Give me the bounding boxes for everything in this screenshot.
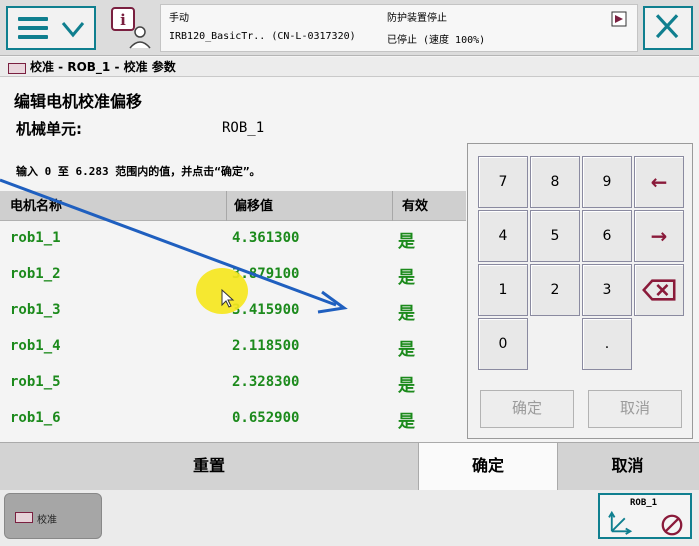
col-header-offset: 偏移值 xyxy=(234,199,274,214)
key-8[interactable]: 8 xyxy=(530,156,580,208)
chevron-down-icon xyxy=(61,22,85,38)
status-panel[interactable]: 手动 IRB120_BasicTr.. (CN-L-0317320) 防护装置停… xyxy=(160,4,638,52)
offset-value[interactable]: 2.328300 xyxy=(232,374,299,390)
mech-unit-value: ROB_1 xyxy=(222,120,265,136)
status-robot: IRB120_BasicTr.. (CN-L-0317320) xyxy=(169,31,356,42)
tool-icon xyxy=(661,514,683,536)
key-decimal[interactable]: . xyxy=(582,318,632,370)
key-4[interactable]: 4 xyxy=(478,210,528,262)
offset-value[interactable]: 0.652900 xyxy=(232,410,299,426)
mech-unit-label: 机械单元: xyxy=(16,120,82,138)
info-user-icon[interactable]: i xyxy=(108,6,154,50)
valid-flag: 是 xyxy=(398,340,415,360)
key-3[interactable]: 3 xyxy=(582,264,632,316)
motor-name: rob1_4 xyxy=(10,338,61,354)
valid-flag: 是 xyxy=(398,304,415,324)
valid-flag: 是 xyxy=(398,376,415,396)
breadcrumb-text: 校准 - ROB_1 - 校准 参数 xyxy=(30,60,176,74)
arrow-right-key[interactable]: → xyxy=(634,210,684,262)
table-row[interactable]: rob1_4 2.118500 是 xyxy=(0,330,466,366)
status-state: 已停止 (速度 100%) xyxy=(387,35,486,46)
close-button[interactable] xyxy=(643,6,693,50)
hamburger-icon xyxy=(18,17,48,39)
calibration-icon xyxy=(15,512,33,523)
valid-flag: 是 xyxy=(398,412,415,432)
robot-unit-label: ROB_1 xyxy=(630,498,658,508)
instruction-text: 输入 0 至 6.283 范围内的值，并点击“确定”。 xyxy=(16,165,261,178)
motor-name: rob1_1 xyxy=(10,230,61,246)
key-7[interactable]: 7 xyxy=(478,156,528,208)
cursor-highlight xyxy=(196,268,248,314)
table-row[interactable]: rob1_1 4.361300 是 xyxy=(0,222,466,258)
coordinate-axes-icon xyxy=(608,510,633,535)
cancel-button[interactable]: 取消 xyxy=(556,443,699,491)
breadcrumb: 校准 - ROB_1 - 校准 参数 xyxy=(0,57,699,77)
offset-value[interactable]: 2.118500 xyxy=(232,338,299,354)
taskbar: 校准 ROB_1 xyxy=(0,490,699,546)
status-mode: 手动 xyxy=(169,13,189,24)
close-icon xyxy=(655,14,679,39)
table-header: 电机名称 偏移值 有效 xyxy=(0,191,466,221)
numeric-keypad: 7 8 9 ← 4 5 6 → 1 2 3 0 . 确定 取消 xyxy=(467,143,693,439)
valid-flag: 是 xyxy=(398,268,415,288)
offset-value[interactable]: 4.361300 xyxy=(232,230,299,246)
arrow-right-icon: → xyxy=(650,224,668,248)
key-0[interactable]: 0 xyxy=(478,318,528,370)
motor-name: rob1_2 xyxy=(10,266,61,282)
svg-text:i: i xyxy=(120,11,126,29)
key-2[interactable]: 2 xyxy=(530,264,580,316)
action-bar: 重置 确定 取消 xyxy=(0,442,699,491)
keypad-cancel-button[interactable]: 取消 xyxy=(588,390,682,428)
ok-button[interactable]: 确定 xyxy=(418,443,558,491)
col-header-valid: 有效 xyxy=(402,199,429,214)
arrow-left-icon: ← xyxy=(650,170,668,194)
taskbar-item-label: 校准 xyxy=(37,515,57,526)
key-5[interactable]: 5 xyxy=(530,210,580,262)
key-9[interactable]: 9 xyxy=(582,156,632,208)
backspace-key[interactable] xyxy=(634,264,684,316)
keypad-confirm-button[interactable]: 确定 xyxy=(480,390,574,428)
table-row[interactable]: rob1_5 2.328300 是 xyxy=(0,366,466,402)
event-log-icon xyxy=(611,11,627,27)
taskbar-item-calibration[interactable]: 校准 xyxy=(4,493,102,539)
col-header-motor: 电机名称 xyxy=(10,199,63,214)
motor-name: rob1_5 xyxy=(10,374,61,390)
backspace-icon xyxy=(642,279,676,301)
calibration-icon xyxy=(8,63,26,74)
page-title: 编辑电机校准偏移 xyxy=(14,92,143,111)
key-1[interactable]: 1 xyxy=(478,264,528,316)
valid-flag: 是 xyxy=(398,232,415,252)
motor-name: rob1_3 xyxy=(10,302,61,318)
motor-name: rob1_6 xyxy=(10,410,61,426)
reset-button[interactable]: 重置 xyxy=(0,443,418,491)
top-bar: i 手动 IRB120_BasicTr.. (CN-L-0317320) 防护装… xyxy=(0,0,699,56)
arrow-left-key[interactable]: ← xyxy=(634,156,684,208)
main-menu-button[interactable] xyxy=(6,6,96,50)
status-safety: 防护装置停止 xyxy=(387,13,447,24)
quickset-robot-button[interactable]: ROB_1 xyxy=(598,493,692,539)
table-row[interactable]: rob1_6 0.652900 是 xyxy=(0,402,466,438)
key-6[interactable]: 6 xyxy=(582,210,632,262)
